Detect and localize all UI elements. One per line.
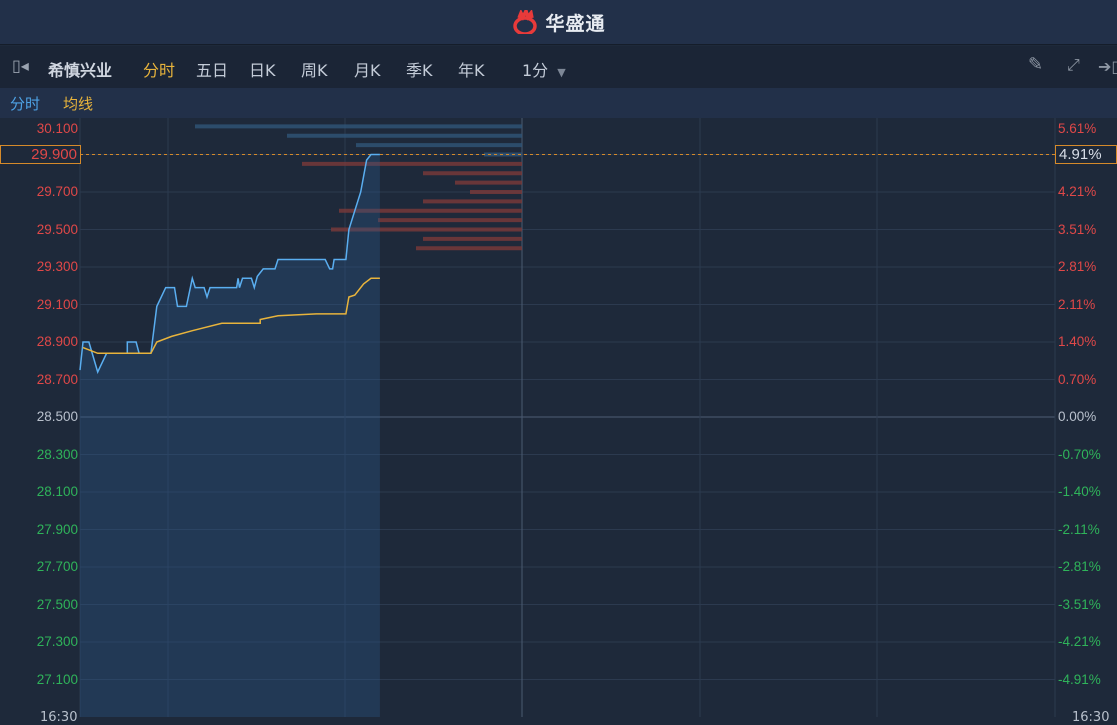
price-tick-label: 27.300 xyxy=(36,634,78,649)
collapse-panel-icon[interactable]: ▯◂ xyxy=(12,56,29,75)
percent-tick-label: -4.21% xyxy=(1058,634,1101,649)
percent-tick-label: 3.51% xyxy=(1058,221,1097,237)
interval-value: 1分 xyxy=(522,61,549,80)
tab-quarterly-k[interactable]: 季K xyxy=(406,57,433,81)
legend-row: 分时 均线 xyxy=(0,88,1117,118)
bid-volume-bar xyxy=(455,180,522,185)
bid-volume-bar xyxy=(423,171,522,176)
intraday-chart xyxy=(79,118,1117,717)
tab-intraday[interactable]: 分时 xyxy=(143,57,175,81)
percent-tick-label: -4.91% xyxy=(1058,671,1101,687)
bid-volume-bar xyxy=(302,161,522,166)
price-area-fill xyxy=(80,154,380,717)
percent-tick-label: 2.81% xyxy=(1058,259,1097,274)
price-tick-label: 29.300 xyxy=(36,259,78,274)
brand-logo: 华盛通 xyxy=(511,9,605,36)
time-label-right: 16:30 xyxy=(1072,710,1110,725)
price-tick-label: 27.500 xyxy=(36,596,78,612)
price-tick-label: 29.700 xyxy=(36,184,78,199)
tab-yearly-k[interactable]: 年K xyxy=(458,57,485,81)
price-tick-label: 28.700 xyxy=(36,371,78,387)
time-label-left: 16:30 xyxy=(40,710,78,725)
bid-volume-bar xyxy=(423,199,522,204)
app-header: 华盛通 xyxy=(0,0,1117,45)
price-tick-label: 28.500 xyxy=(36,409,78,424)
exit-panel-icon[interactable]: ➔▯ xyxy=(1098,57,1117,76)
flame-logo-icon xyxy=(513,10,538,34)
interval-select[interactable]: 1分 ▼ xyxy=(522,57,566,81)
price-tick-label: 30.100 xyxy=(36,121,78,136)
ask-volume-bar xyxy=(356,143,522,148)
price-tick-label: 28.900 xyxy=(36,334,78,349)
tab-monthly-k[interactable]: 月K xyxy=(354,57,381,81)
fullscreen-icon[interactable]: ⤢ xyxy=(1067,55,1080,75)
bid-volume-bar xyxy=(416,246,522,251)
tab-weekly-k[interactable]: 周K xyxy=(301,57,328,81)
legend-price: 分时 xyxy=(10,95,41,113)
price-tick-label: 27.900 xyxy=(36,521,78,537)
ask-volume-bar xyxy=(287,133,522,138)
current-price-tag: 29.900 xyxy=(0,145,81,164)
percent-tick-label: 2.11% xyxy=(1058,296,1096,312)
chevron-down-icon: ▼ xyxy=(557,66,566,79)
percent-tick-label: -2.11% xyxy=(1058,521,1100,537)
percent-tick-label: 5.61% xyxy=(1058,121,1097,136)
price-tick-label: 27.700 xyxy=(36,559,78,574)
bid-volume-bar xyxy=(378,218,522,223)
legend-average: 均线 xyxy=(63,95,94,113)
percent-tick-label: -1.40% xyxy=(1058,484,1101,499)
price-tick-label: 29.500 xyxy=(36,221,78,237)
price-tick-label: 27.100 xyxy=(36,671,78,687)
bid-volume-bar xyxy=(470,190,522,194)
percent-tick-label: 4.21% xyxy=(1058,184,1097,199)
pencil-icon[interactable]: ✎ xyxy=(1028,54,1043,75)
tab-daily-k[interactable]: 日K xyxy=(249,57,276,81)
chart-toolbar: ▯◂ 希慎兴业 分时 五日 日K 周K 月K 季K 年K 1分 ▼ ✎ ⤢ ➔▯ xyxy=(0,46,1117,88)
percent-tick-label: 0.00% xyxy=(1058,409,1097,424)
percent-tick-label: -0.70% xyxy=(1058,446,1101,462)
current-change-tag: 4.91% xyxy=(1055,145,1117,164)
bid-volume-bar xyxy=(423,236,522,241)
brand-name: 华盛通 xyxy=(545,12,606,35)
price-tick-label: 29.100 xyxy=(36,296,78,312)
percent-tick-label: -3.51% xyxy=(1058,596,1101,612)
percent-tick-label: -2.81% xyxy=(1058,559,1101,574)
stock-name: 希慎兴业 xyxy=(48,61,113,80)
price-tick-label: 28.300 xyxy=(36,446,78,462)
tab-five-day[interactable]: 五日 xyxy=(196,57,228,81)
percent-tick-label: 1.40% xyxy=(1058,334,1097,349)
price-tick-label: 28.100 xyxy=(36,484,78,499)
ask-volume-bar xyxy=(195,124,522,129)
percent-tick-label: 0.70% xyxy=(1058,371,1097,387)
